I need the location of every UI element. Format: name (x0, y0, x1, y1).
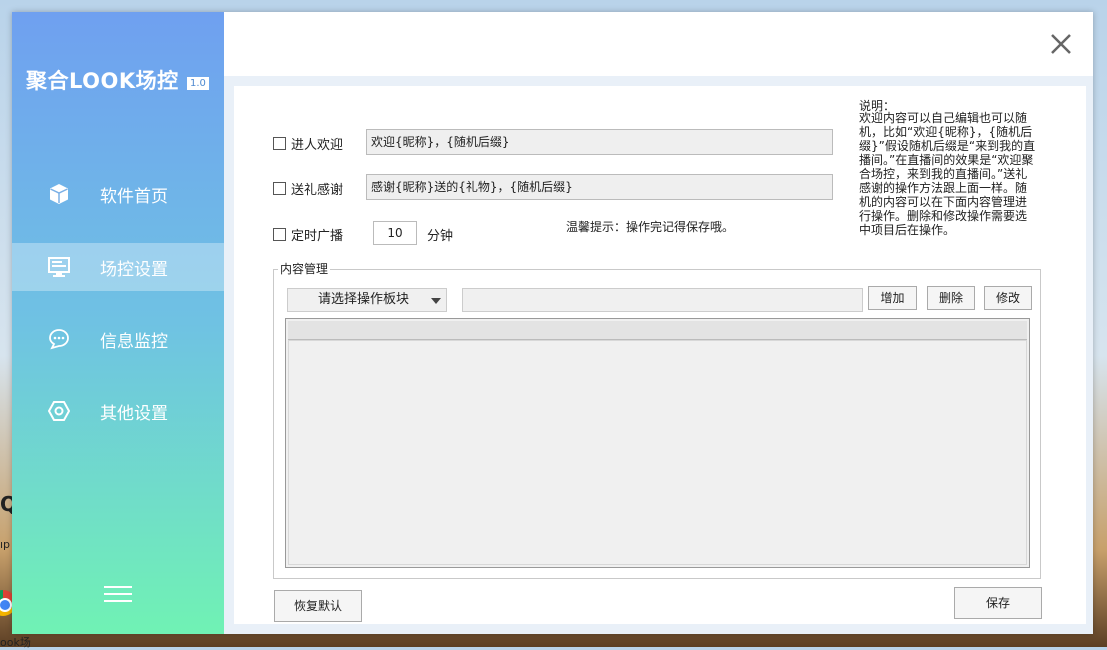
section-select-value: 请选择操作板块 (318, 292, 410, 307)
welcome-checkbox[interactable] (273, 137, 286, 150)
gift-label: 送礼感谢 (291, 183, 344, 198)
sidebar-item-label: 其他设置 (100, 403, 168, 424)
sidebar-item-label: 信息监控 (100, 331, 168, 352)
desktop-fragment: ook场 (0, 636, 31, 649)
sidebar-item-scene-settings[interactable]: 场控设置 (12, 243, 224, 291)
sidebar-item-home[interactable]: 软件首页 (12, 170, 224, 218)
content-manage-title: 内容管理 (278, 260, 331, 277)
settings-panel: 进人欢迎 欢迎{昵称}，{随机后缀} 送礼感谢 感谢{昵称}送的{礼物}，{随机… (234, 86, 1086, 624)
gift-checkbox-row[interactable]: 送礼感谢 (273, 179, 343, 198)
add-button[interactable]: 增加 (868, 286, 917, 310)
broadcast-checkbox[interactable] (273, 228, 286, 241)
gift-text-field[interactable]: 感谢{昵称}送的{礼物}，{随机后缀} (366, 174, 833, 200)
content-item-input[interactable] (462, 288, 863, 312)
app-window: 聚合LOOK场控 1.0 软件首页 场控设置 信息监控 其他设置 进人欢迎 欢迎… (12, 12, 1093, 634)
sidebar-item-info-monitor[interactable]: 信息监控 (12, 315, 224, 363)
gift-checkbox[interactable] (273, 182, 286, 195)
edit-button[interactable]: 修改 (984, 286, 1032, 310)
welcome-checkbox-row[interactable]: 进人欢迎 (273, 134, 343, 153)
reset-default-button[interactable]: 恢复默认 (274, 590, 362, 622)
save-button[interactable]: 保存 (954, 587, 1042, 619)
menu-icon[interactable] (104, 586, 132, 606)
cube-icon (50, 184, 68, 204)
welcome-text-field[interactable]: 欢迎{昵称}，{随机后缀} (366, 129, 833, 155)
sidebar-item-other-settings[interactable]: 其他设置 (12, 387, 224, 435)
title-bar (224, 12, 1093, 76)
sidebar-item-label: 软件首页 (100, 186, 168, 207)
desktop-fragment: ıp (0, 538, 11, 551)
list-body[interactable] (288, 340, 1027, 565)
hexagon-settings-icon (48, 401, 70, 421)
sidebar: 聚合LOOK场控 1.0 软件首页 场控设置 信息监控 其他设置 (12, 12, 224, 634)
main-panel: 进人欢迎 欢迎{昵称}，{随机后缀} 送礼感谢 感谢{昵称}送的{礼物}，{随机… (224, 12, 1093, 634)
close-icon[interactable] (1049, 32, 1073, 56)
welcome-label: 进人欢迎 (291, 138, 344, 153)
content-list[interactable] (285, 318, 1030, 568)
section-select[interactable]: 请选择操作板块 (287, 288, 447, 312)
monitor-icon (48, 257, 70, 277)
broadcast-checkbox-row[interactable]: 定时广播 (273, 225, 343, 244)
explanation-text: 欢迎内容可以自己编辑也可以随机，比如“欢迎{昵称}，{随机后缀}”假设随机后缀是… (859, 111, 1036, 237)
sidebar-item-label: 场控设置 (100, 259, 168, 280)
broadcast-label: 定时广播 (291, 229, 344, 244)
list-header (288, 321, 1027, 340)
tip-text: 温馨提示：操作完记得保存哦。 (566, 220, 735, 234)
broadcast-minutes-input[interactable]: 10 (373, 221, 417, 245)
version-badge: 1.0 (187, 77, 209, 90)
delete-button[interactable]: 删除 (927, 286, 975, 310)
app-title: 聚合LOOK场控 (26, 69, 179, 93)
chat-bubble-icon (49, 329, 69, 350)
minutes-unit: 分钟 (427, 229, 454, 244)
chevron-down-icon (431, 298, 441, 304)
